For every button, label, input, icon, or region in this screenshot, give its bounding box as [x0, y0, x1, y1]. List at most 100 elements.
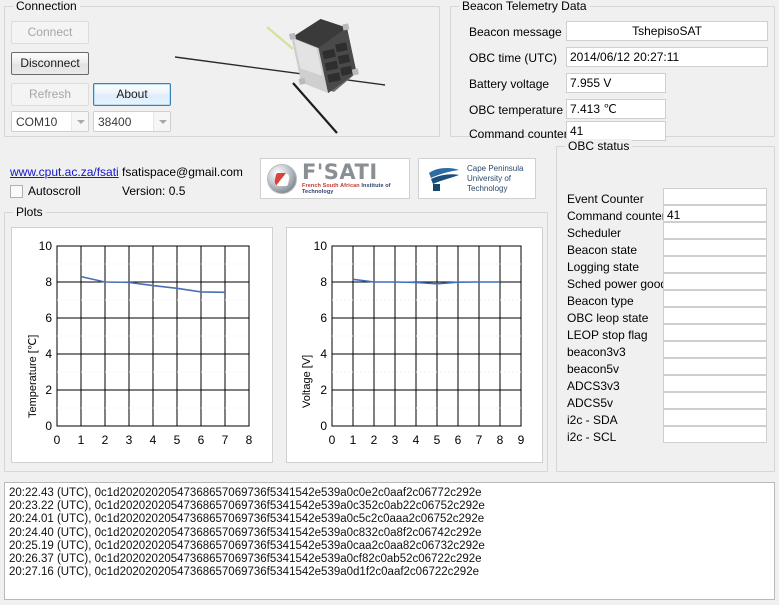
telemetry-log[interactable]: 20:22.43 (UTC), 0c1d20202020547368657069…	[4, 482, 775, 600]
obc-row-label-beacon-state: Beacon state	[567, 243, 638, 257]
obc-row-field-adcs5v[interactable]	[663, 392, 767, 409]
svg-text:6: 6	[198, 433, 205, 447]
log-line: 20:27.16 (UTC), 0c1d20202020547368657069…	[9, 566, 479, 579]
obc-row-label-i2c-sda: i2c - SDA	[567, 413, 618, 427]
svg-text:8: 8	[497, 433, 504, 447]
plots-group-title: Plots	[13, 205, 46, 219]
log-line: 20:23.22 (UTC), 0c1d20202020547368657069…	[9, 500, 485, 513]
obc-temperature-field[interactable]: 7.413 ℃	[566, 99, 666, 119]
obc-row-label-adcs5v: ADCS5v	[567, 396, 614, 410]
temperature-plot: Temperature [℃] 0 2 4 6 8 10 0 1 2 3 4 5…	[11, 227, 273, 463]
svg-text:2: 2	[102, 433, 109, 447]
cput-logo-panel: Cape Peninsula University of Technology	[418, 158, 536, 199]
application-window: Connection Connect Disconnect Refresh Ab…	[0, 0, 779, 605]
plots-group: Plots Temperature [℃] 0 2 4 6 8 10 0 1 2…	[4, 205, 548, 472]
command-counter-field[interactable]: 41	[566, 121, 666, 141]
log-line: 20:25.19 (UTC), 0c1d20202020547368657069…	[9, 539, 485, 552]
voltage-plot-canvas: 0 2 4 6 8 10 0 1 2 3 4 5 6 7 8 9	[314, 239, 525, 447]
battery-voltage-field[interactable]: 7.955 V	[566, 73, 666, 93]
beacon-message-field[interactable]: TshepisoSAT	[566, 21, 768, 41]
autoscroll-label: Autoscroll	[28, 184, 81, 198]
svg-text:5: 5	[174, 433, 181, 447]
svg-text:7: 7	[222, 433, 229, 447]
svg-text:7: 7	[476, 433, 483, 447]
svg-text:4: 4	[320, 347, 327, 361]
connection-group: Connection Connect Disconnect Refresh Ab…	[4, 0, 440, 137]
obc-row-label-event-counter: Event Counter	[567, 192, 644, 206]
checkbox-box-icon	[10, 184, 23, 198]
svg-text:0: 0	[54, 433, 61, 447]
autoscroll-checkbox[interactable]: Autoscroll	[10, 184, 81, 198]
obc-row-label-i2c-scl: i2c - SCL	[567, 430, 617, 444]
com-port-value: COM10	[16, 114, 58, 129]
svg-text:1: 1	[78, 433, 85, 447]
satellite-image	[175, 9, 437, 135]
obc-row-field-logging-state[interactable]	[663, 256, 767, 273]
baud-rate-select[interactable]: 38400	[93, 111, 171, 132]
obc-row-label-logging-state: Logging state	[567, 260, 640, 274]
fsati-logo-panel: F'SATI French South African Institute of…	[260, 158, 410, 199]
connect-button[interactable]: Connect	[11, 21, 89, 44]
disconnect-button[interactable]: Disconnect	[11, 52, 89, 75]
beacon-telemetry-group: Beacon Telemetry Data Beacon message Tsh…	[450, 0, 775, 141]
obc-row-label-obc-leop-state: OBC leop state	[567, 311, 649, 325]
connection-group-title: Connection	[13, 0, 80, 13]
obc-temperature-label: OBC temperature	[469, 103, 564, 117]
obc-row-field-beacon5v[interactable]	[663, 358, 767, 375]
obc-row-field-i2c-sda[interactable]	[663, 409, 767, 426]
svg-text:2: 2	[45, 383, 52, 397]
log-line: 20:24.01 (UTC), 0c1d20202020547368657069…	[9, 513, 485, 526]
obc-row-label-scheduler: Scheduler	[567, 226, 622, 240]
obc-row-field-sched-power-good[interactable]	[663, 273, 767, 290]
obc-row-field-beacon-state[interactable]	[663, 239, 767, 256]
svg-text:0: 0	[320, 419, 327, 433]
svg-text:3: 3	[392, 433, 399, 447]
obc-row-field-i2c-scl[interactable]	[663, 426, 767, 443]
log-line: 20:22.43 (UTC), 0c1d20202020547368657069…	[9, 487, 482, 499]
obc-row-field-scheduler[interactable]	[663, 222, 767, 239]
cput-logo-icon	[427, 165, 461, 193]
cput-wordmark: Cape Peninsula University of Technology	[467, 164, 535, 194]
svg-text:0: 0	[329, 433, 336, 447]
svg-text:9: 9	[518, 433, 525, 447]
obc-row-field-event-counter[interactable]	[663, 188, 767, 205]
svg-text:8: 8	[45, 275, 52, 289]
refresh-button[interactable]: Refresh	[11, 83, 89, 106]
chevron-down-icon	[153, 112, 170, 131]
obc-row-field-adcs3v3[interactable]	[663, 375, 767, 392]
version-label: Version: 0.5	[122, 184, 186, 198]
obc-row-field-beacon3v3[interactable]	[663, 341, 767, 358]
svg-text:4: 4	[413, 433, 420, 447]
obc-row-field-beacon-type[interactable]	[663, 290, 767, 307]
svg-text:1: 1	[350, 433, 357, 447]
svg-text:10: 10	[314, 239, 328, 253]
svg-text:6: 6	[455, 433, 462, 447]
obc-time-field[interactable]: 2014/06/12 20:27:11	[566, 47, 768, 67]
obc-row-field-command-counter[interactable]: 41	[663, 205, 767, 222]
about-button[interactable]: About	[93, 83, 171, 106]
obc-row-field-leop-stop-flag[interactable]	[663, 324, 767, 341]
svg-text:6: 6	[45, 311, 52, 325]
beacon-message-label: Beacon message	[469, 25, 562, 39]
beacon-telemetry-title: Beacon Telemetry Data	[459, 0, 590, 13]
cput-line-2: University of Technology	[467, 173, 512, 193]
obc-row-label-command-counter: Command counter	[567, 209, 666, 223]
fsati-website-link[interactable]: www.cput.ac.za/fsati	[10, 165, 119, 179]
svg-text:3: 3	[126, 433, 133, 447]
obc-row-label-beacon5v: beacon5v	[567, 362, 620, 376]
log-line: 20:24.40 (UTC), 0c1d20202020547368657069…	[9, 526, 482, 539]
fsati-globe-icon	[267, 163, 297, 194]
svg-text:8: 8	[320, 275, 327, 289]
branding-bar: www.cput.ac.za/fsati fsatispace@gmail.co…	[0, 140, 548, 202]
obc-row-label-beacon3v3: beacon3v3	[567, 345, 626, 359]
obc-row-label-adcs3v3: ADCS3v3	[567, 379, 620, 393]
fsati-tagline: French South African Institute of Techno…	[302, 183, 391, 195]
fsati-wordmark: F'SATI	[302, 160, 378, 184]
svg-text:0: 0	[45, 419, 52, 433]
obc-row-field-obc-leop-state[interactable]	[663, 307, 767, 324]
svg-text:8: 8	[246, 433, 253, 447]
temperature-plot-canvas: 0 2 4 6 8 10 0 1 2 3 4 5 6 7 8	[39, 239, 253, 447]
svg-text:5: 5	[434, 433, 441, 447]
com-port-select[interactable]: COM10	[11, 111, 89, 132]
command-counter-label: Command counter	[469, 127, 568, 141]
